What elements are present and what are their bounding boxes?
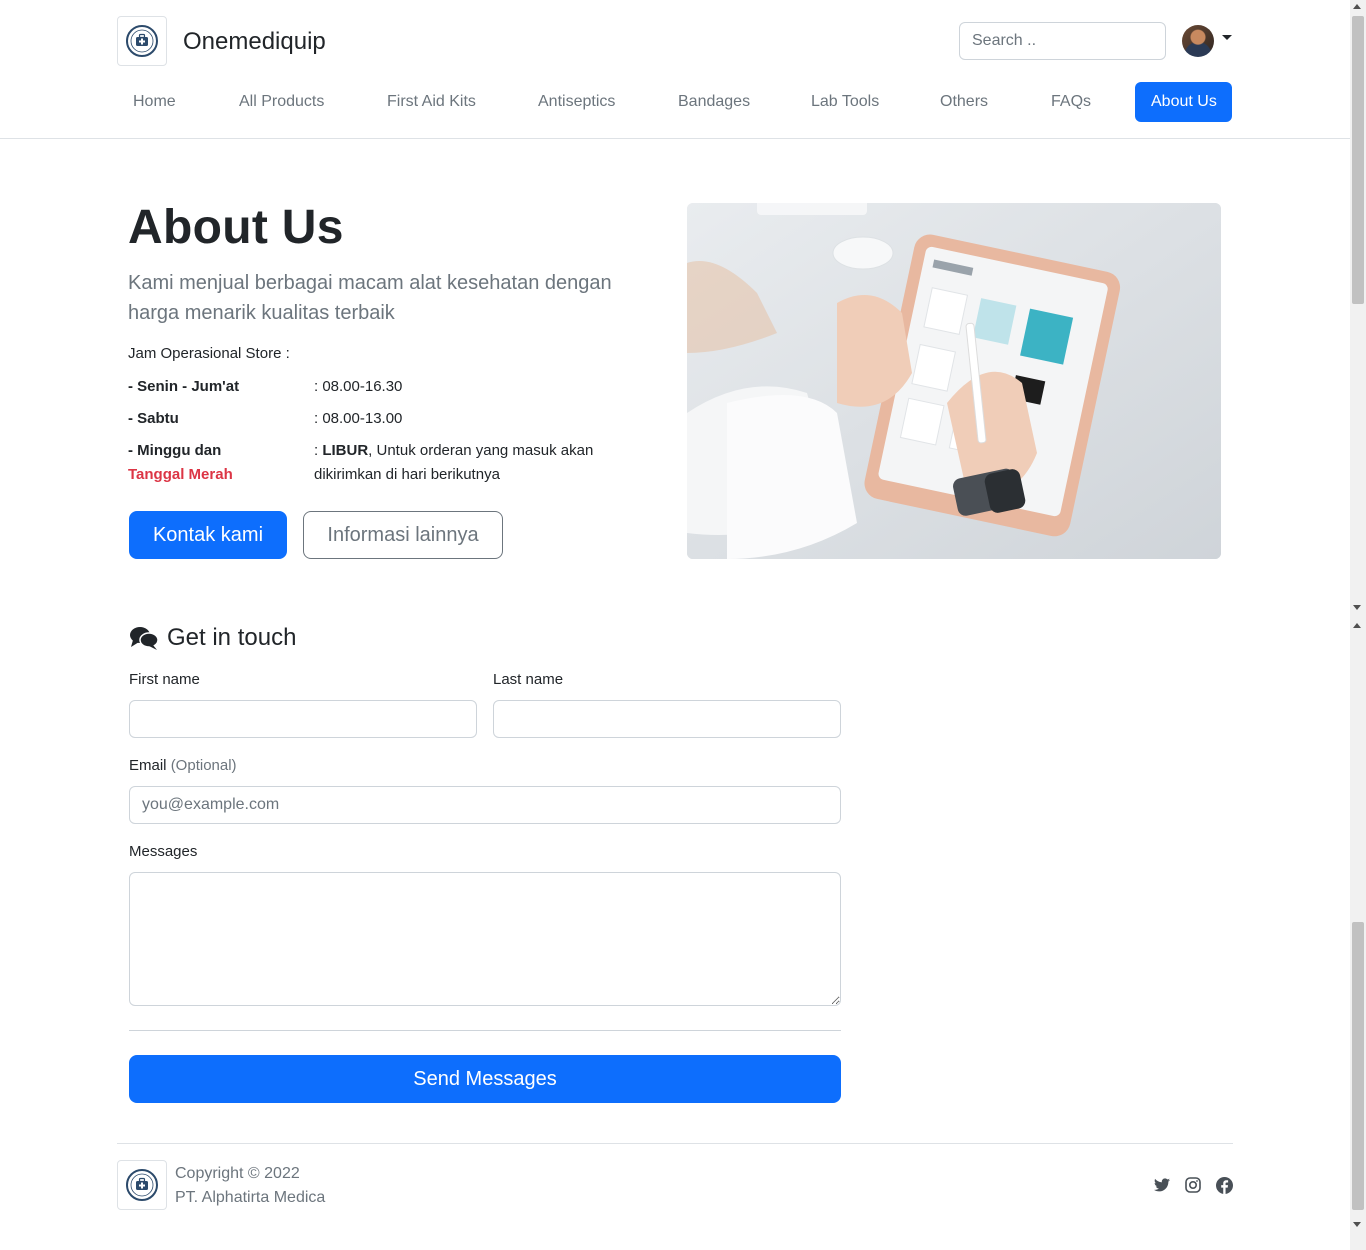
search-input[interactable] [959,22,1166,60]
nav-item-home[interactable]: Home [117,82,192,122]
email-optional-hint: (Optional) [170,757,237,774]
hero-image [687,203,1221,559]
closed-label: LIBUR [322,442,369,459]
hours-label: - Senin - Jum'at [128,378,240,395]
scroll-down-icon[interactable] [1353,605,1361,610]
email-label-text: Email [129,757,167,774]
facebook-icon[interactable] [1215,1176,1233,1194]
hours-label-text: - Minggu dan [128,442,222,459]
tablet-drawing-image [687,203,1221,559]
more-info-button[interactable]: Informasi lainnya [303,511,503,559]
hours-value: : 08.00-16.30 [314,378,403,395]
first-name-field[interactable] [129,700,477,738]
contact-title: Get in touch [129,624,296,652]
contact-us-button[interactable]: Kontak kami [129,511,287,559]
medical-kit-icon [126,25,158,57]
hours-title: Jam Operasional Store : [128,345,290,362]
brand-logo[interactable] [117,16,167,66]
twitter-icon[interactable] [1153,1176,1171,1194]
chevron-down-icon[interactable] [1222,35,1232,40]
scroll-down-icon[interactable] [1353,1222,1361,1227]
hours-label: - Minggu dan Tanggal Merah [128,439,308,487]
brand-name[interactable]: Onemediquip [183,28,326,56]
last-name-label: Last name [493,671,564,688]
scrollbar-thumb[interactable] [1352,922,1364,1210]
nav-item-bandages[interactable]: Bandages [662,82,766,122]
scroll-up-icon[interactable] [1353,4,1361,9]
nav-item-all-products[interactable]: All Products [223,82,340,122]
hours-label: - Sabtu [128,410,179,427]
last-name-field[interactable] [493,700,841,738]
nav-item-antiseptics[interactable]: Antiseptics [522,82,631,122]
messages-field[interactable] [129,872,841,1006]
hours-row: - Minggu dan Tanggal Merah : LIBUR, Untu… [128,439,648,489]
medical-kit-icon [126,1169,158,1201]
footer-divider [117,1143,1233,1144]
messages-label: Messages [129,843,198,860]
footer-copyright: Copyright © 2022 PT. Alphatirta Medica [175,1162,325,1210]
copyright-text: Copyright © 2022 [175,1165,300,1182]
email-field[interactable] [129,786,841,824]
page-title: About Us [128,201,344,254]
nav-item-faqs[interactable]: FAQs [1035,82,1107,122]
hero-lead: Kami menjual berbagai macam alat kesehat… [128,272,612,324]
company-name: PT. Alphatirta Medica [175,1189,326,1206]
nav-item-first-aid-kits[interactable]: First Aid Kits [371,82,492,122]
form-divider [129,1030,841,1031]
nav-item-about-us[interactable]: About Us [1135,82,1232,122]
hours-value: : LIBUR, Untuk orderan yang masuk akan d… [314,439,624,487]
nav-item-others[interactable]: Others [924,82,1004,122]
email-label: Email (Optional) [129,757,237,774]
instagram-icon[interactable] [1184,1176,1202,1194]
comments-icon [130,627,159,650]
site-header: Onemediquip Home All Products First Aid … [0,0,1350,139]
main-nav: Home All Products First Aid Kits Antisep… [117,82,1233,122]
nav-item-lab-tools[interactable]: Lab Tools [795,82,895,122]
holiday-label: Tanggal Merah [128,466,233,483]
hours-value: : 08.00-13.00 [314,410,403,427]
scrollbar-thumb[interactable] [1352,16,1364,304]
scroll-up-icon[interactable] [1353,623,1361,628]
first-name-label: First name [129,671,200,688]
avatar[interactable] [1182,25,1214,57]
contact-title-text: Get in touch [167,624,297,651]
send-messages-button[interactable]: Send Messages [129,1055,841,1103]
footer-logo[interactable] [117,1160,167,1210]
